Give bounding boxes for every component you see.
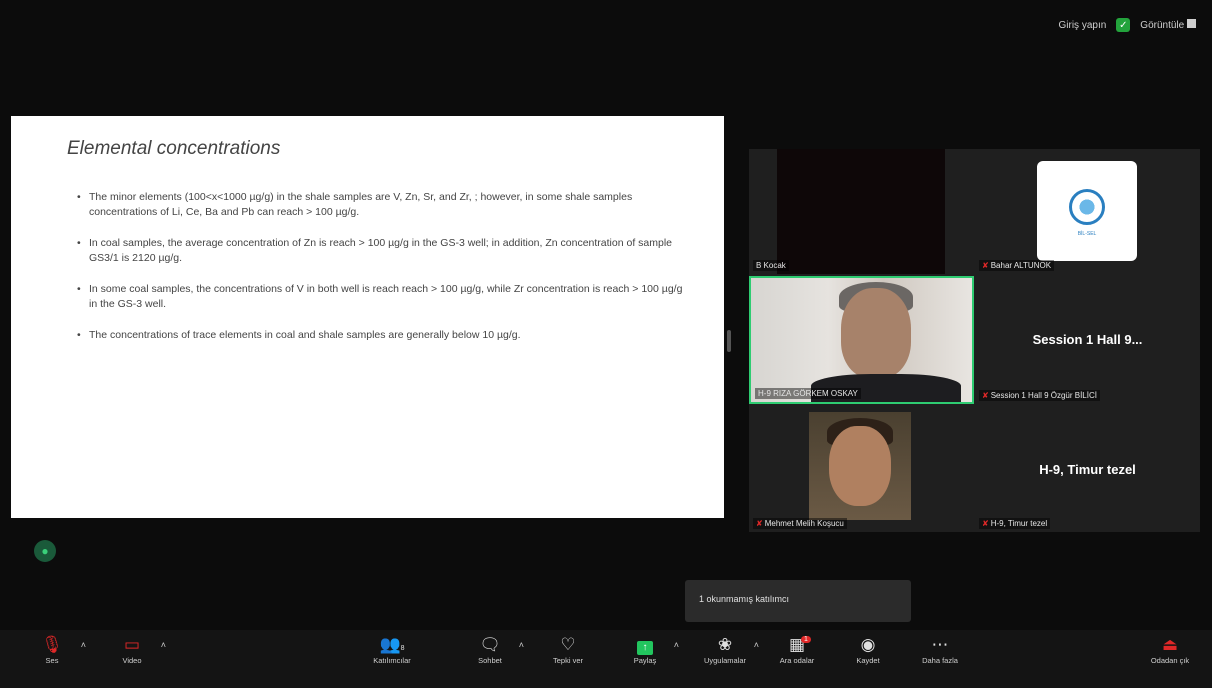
participant-display-name: Session 1 Hall 9... <box>1032 332 1143 347</box>
more-button[interactable]: ⋯ Daha fazla <box>908 634 972 665</box>
shared-screen-slide: Elemental concentrations The minor eleme… <box>11 116 724 518</box>
top-status-bar: Giriş yapın ✓ Görüntüle <box>1059 18 1196 32</box>
view-label: Görüntüle <box>1140 20 1185 31</box>
apps-button[interactable]: ❀ Uygulamalar ˄ <box>693 634 759 665</box>
breakout-badge: 1 <box>801 636 811 643</box>
leave-room-button[interactable]: ⏏ Odadan çık <box>1138 634 1202 665</box>
video-gallery: B Kocak BİL-SEL ✘ Bahar ALTUNOK H-9 RIZA … <box>749 149 1200 532</box>
participant-name: ✘ Mehmet Melih Koşucu <box>753 518 847 529</box>
split-view-handle[interactable] <box>727 330 731 352</box>
breakout-rooms-button[interactable]: ▦ 1 Ara odalar <box>765 634 829 665</box>
mic-muted-icon: ✘ <box>982 519 989 528</box>
meeting-toolbar: 🎙 Ses ˄ ▭ Video ˄ 👥8 Katılımcılar 🗨 Sohb… <box>0 630 1212 688</box>
participant-tile[interactable]: H-9, Timur tezel ✘ H-9, Timur tezel <box>975 406 1200 532</box>
slide-bullet: The concentrations of trace elements in … <box>77 328 684 343</box>
chevron-up-icon[interactable]: ˄ <box>519 640 524 650</box>
chevron-up-icon[interactable]: ˄ <box>754 640 759 650</box>
video-off-icon: ▭ <box>123 635 141 654</box>
participant-name: ✘ Session 1 Hall 9 Özgür BİLİCİ <box>979 390 1100 401</box>
participants-button[interactable]: 👥8 Katılımcılar <box>360 634 424 665</box>
slide-bullet: In coal samples, the average concentrati… <box>77 236 684 266</box>
mic-muted-icon: ✘ <box>982 261 989 270</box>
slide-bullets: The minor elements (100<x<1000 µg/g) in … <box>67 190 684 343</box>
app-logo-icon: ● <box>34 540 56 562</box>
participant-tile[interactable]: BİL-SEL ✘ Bahar ALTUNOK <box>975 149 1200 274</box>
participant-name: ✘ Bahar ALTUNOK <box>979 260 1055 271</box>
participant-tile[interactable]: B Kocak <box>749 149 974 274</box>
logo-emblem-icon <box>1069 189 1105 225</box>
participant-video <box>777 149 945 274</box>
more-icon: ⋯ <box>931 635 949 654</box>
video-button[interactable]: ▭ Video ˄ <box>100 634 166 665</box>
active-speaker-tile[interactable]: H-9 RIZA GÖRKEM OSKAY <box>749 276 974 404</box>
participant-video-head <box>841 288 911 378</box>
unread-tooltip: 1 okunmamış katılımcı <box>685 580 911 622</box>
share-screen-icon: ↑ <box>613 634 677 656</box>
security-shield-icon[interactable]: ✓ <box>1116 18 1131 32</box>
participant-tile[interactable]: Session 1 Hall 9... ✘ Session 1 Hall 9 Öz… <box>975 276 1200 404</box>
record-icon: ◉ <box>860 635 876 654</box>
leave-room-icon: ⏏ <box>1161 635 1179 654</box>
slide-bullet: The minor elements (100<x<1000 µg/g) in … <box>77 190 684 220</box>
share-button[interactable]: ↑ Paylaş ˄ <box>613 634 679 665</box>
participant-display-name: H-9, Timur tezel <box>1039 462 1136 477</box>
view-grid-icon <box>1187 19 1196 28</box>
breakout-rooms-icon: ▦ <box>788 635 806 654</box>
mic-off-icon: 🎙 <box>41 635 63 654</box>
reactions-button[interactable]: ♡ Tepki ver <box>536 634 600 665</box>
signin-link[interactable]: Giriş yapın <box>1059 20 1107 31</box>
participants-icon: 👥8 <box>379 635 405 654</box>
audio-button[interactable]: 🎙 Ses ˄ <box>20 634 86 665</box>
record-button[interactable]: ◉ Kaydet <box>836 634 900 665</box>
mic-muted-icon: ✘ <box>982 391 989 400</box>
participant-name: B Kocak <box>753 260 789 271</box>
participant-name: H-9 RIZA GÖRKEM OSKAY <box>755 388 861 399</box>
participant-avatar-logo: BİL-SEL <box>1037 161 1137 261</box>
slide-title: Elemental concentrations <box>67 138 281 159</box>
chevron-up-icon[interactable]: ˄ <box>161 640 166 650</box>
chevron-up-icon[interactable]: ˄ <box>81 640 86 650</box>
apps-icon: ❀ <box>717 635 733 654</box>
participant-video-head <box>829 426 891 506</box>
chat-icon: 🗨 <box>479 635 501 654</box>
chat-button[interactable]: 🗨 Sohbet ˄ <box>458 634 524 665</box>
participant-tile[interactable]: ✘ Mehmet Melih Koşucu <box>749 406 974 532</box>
mic-muted-icon: ✘ <box>756 519 763 528</box>
view-button[interactable]: Görüntüle <box>1140 19 1196 31</box>
slide-bullet: In some coal samples, the concentrations… <box>77 282 684 312</box>
heart-icon: ♡ <box>560 635 576 654</box>
logo-text: BİL-SEL <box>1077 231 1097 237</box>
chevron-up-icon[interactable]: ˄ <box>674 640 679 650</box>
participant-name: ✘ H-9, Timur tezel <box>979 518 1051 529</box>
